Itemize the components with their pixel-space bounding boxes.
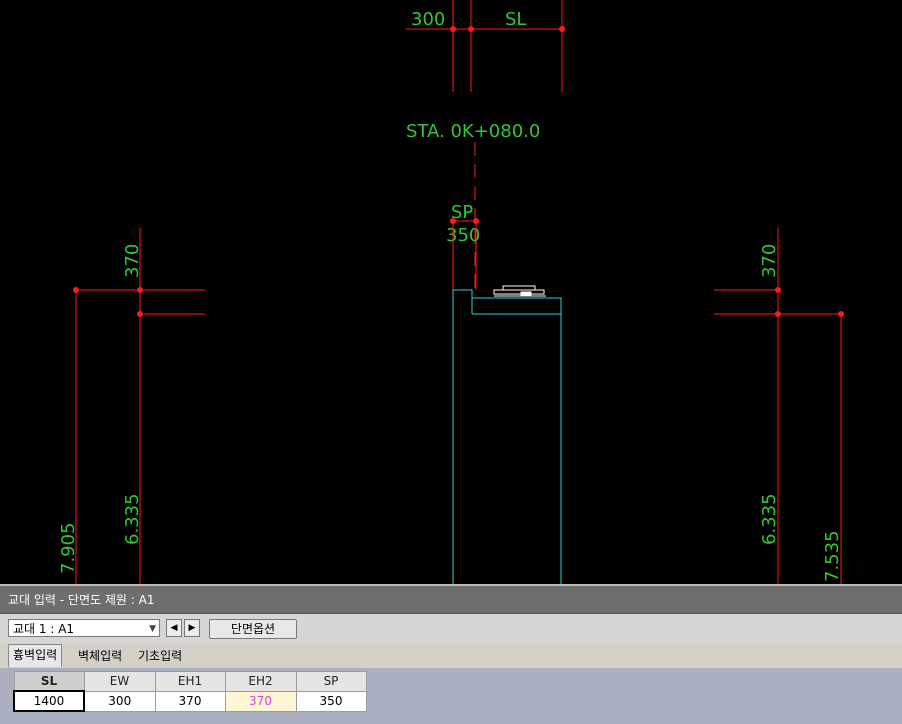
right-outer-dim: 7.535 [822,530,843,582]
abutment-selector[interactable]: 교대 1 : A1 ▼ [8,619,160,637]
top-left-dim-label: 300 [411,9,445,30]
right-top-dim: 370 [759,244,780,278]
left-dimension-points [73,287,143,317]
next-arrow-icon: ▶ [188,623,196,633]
section-drawing: 300 SL STA. 0K+080.0 SP 350 370 6.335 7.… [58,0,844,584]
prev-arrow-icon: ◀ [170,623,178,633]
parapet-input-grid: SL EW EH1 EH2 SP 1400 300 370 370 350 [13,671,367,712]
grid-header-row: SL EW EH1 EH2 SP [13,671,367,692]
top-right-dim-label: SL [505,9,526,30]
bearing-shoe [493,285,546,297]
left-outer-dim: 7.905 [58,522,79,574]
sp-value: 350 [446,225,480,246]
left-top-dim: 370 [122,244,143,278]
right-dimension-points [775,287,844,317]
grid-cell-sl[interactable]: 1400 [13,690,85,712]
grid-cell-sp[interactable]: 350 [295,690,367,712]
grid-header-eh2[interactable]: EH2 [224,671,297,692]
panel-toolbar: 교대 1 : A1 ▼ ◀ ▶ 단면옵션 [0,614,902,644]
grid-value-row: 1400 300 370 370 350 [13,690,367,712]
grid-header-sp[interactable]: SP [295,671,367,692]
abutment-outline [452,289,562,584]
cad-drawing-canvas[interactable]: 300 SL STA. 0K+080.0 SP 350 370 6.335 7.… [0,0,902,584]
next-button[interactable]: ▶ [184,619,200,637]
right-mid-dim: 6.335 [759,493,780,545]
abutment-selector-value: 교대 1 : A1 [13,622,75,636]
section-options-button[interactable]: 단면옵션 [209,619,297,639]
grid-cell-eh2[interactable]: 370 [224,690,297,712]
panel-title: 교대 입력 - 단면도 제원 : A1 [0,586,902,614]
grid-cell-eh1[interactable]: 370 [154,690,226,712]
tab-parapet-input[interactable]: 흉벽입력 [8,644,63,667]
grid-header-ew[interactable]: EW [83,671,156,692]
station-label: STA. 0K+080.0 [406,121,540,142]
grid-header-sl[interactable]: SL [13,671,85,692]
tab-wall-input[interactable]: 벽체입력 [74,646,126,666]
tab-foundation-input[interactable]: 기초입력 [134,646,186,666]
grid-cell-ew[interactable]: 300 [83,690,156,712]
grid-header-eh1[interactable]: EH1 [154,671,226,692]
input-panel: 교대 입력 - 단면도 제원 : A1 교대 1 : A1 ▼ ◀ ▶ 단면옵션… [0,584,902,724]
prev-button[interactable]: ◀ [166,619,182,637]
input-grid-area: SL EW EH1 EH2 SP 1400 300 370 370 350 [0,668,902,724]
chevron-down-icon: ▼ [149,624,156,634]
left-mid-dim: 6.335 [122,493,143,545]
